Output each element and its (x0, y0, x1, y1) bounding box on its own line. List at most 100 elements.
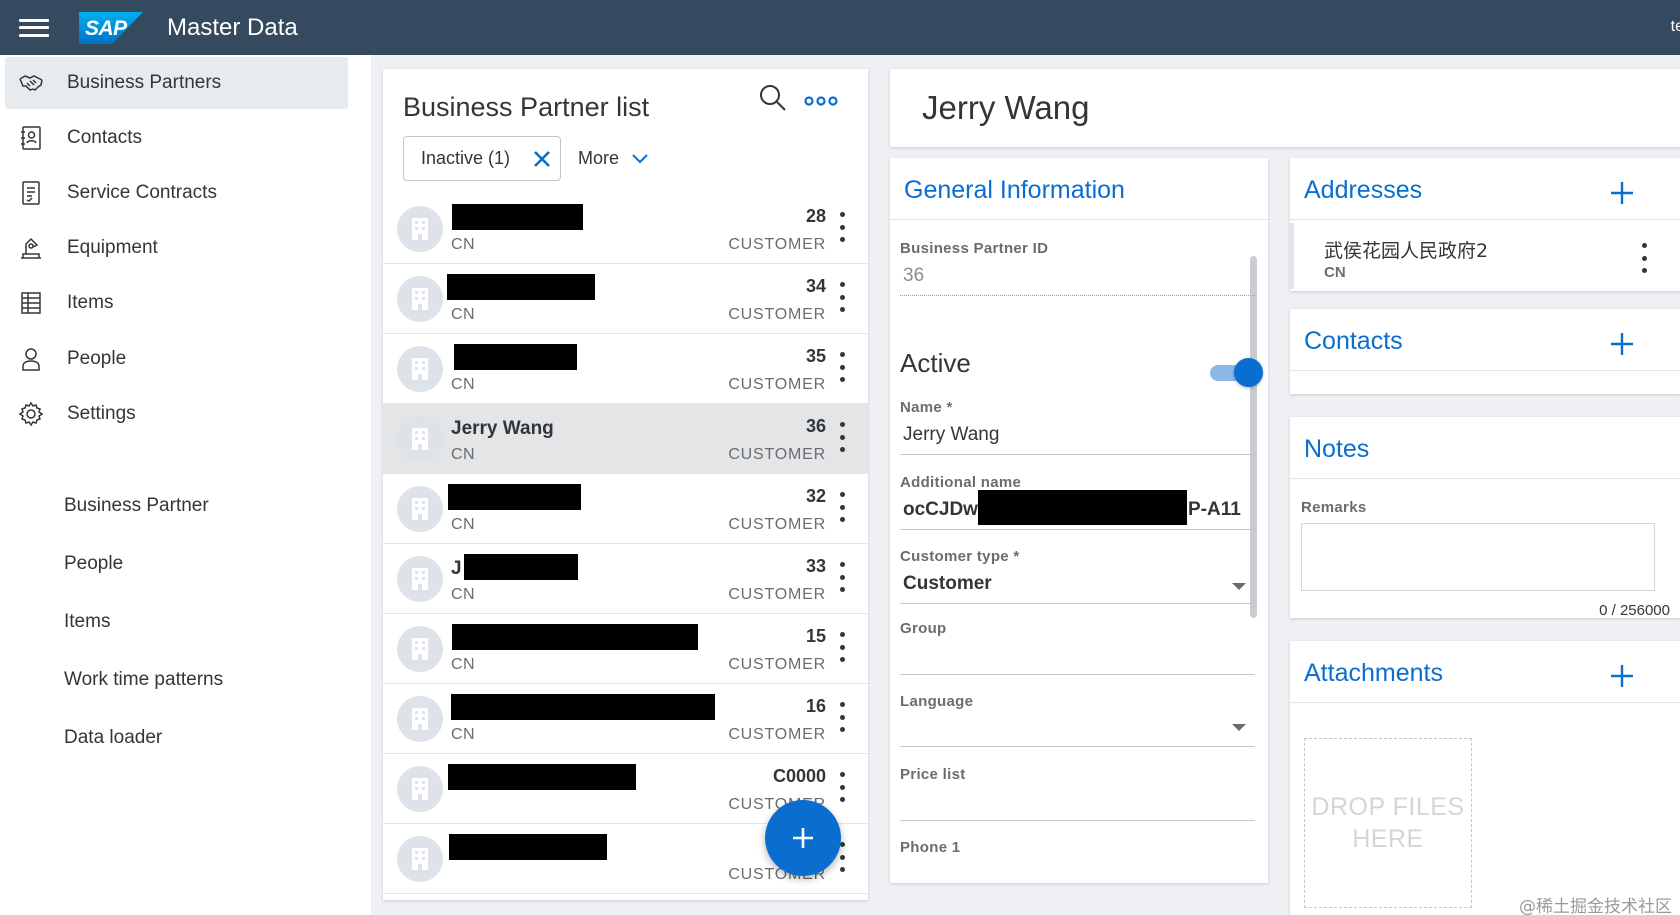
handshake-icon (17, 69, 45, 97)
settings-sub-people[interactable]: People (64, 553, 123, 575)
add-business-partner-button[interactable] (765, 800, 841, 876)
file-drop-zone[interactable]: DROP FILES HERE (1304, 738, 1472, 908)
bp-type: CUSTOMER (728, 236, 826, 253)
detail-header: Jerry Wang (890, 69, 1680, 147)
inactive-filter-chip[interactable]: Inactive (1) (403, 136, 561, 181)
add-contact-icon[interactable] (1608, 330, 1636, 358)
active-toggle[interactable] (1210, 358, 1263, 388)
sidebar-item-settings[interactable]: Settings (5, 388, 348, 440)
table-row[interactable]: CN 16 CUSTOMER (383, 684, 868, 754)
equipment-icon (17, 234, 45, 262)
divider (890, 219, 1268, 220)
sidebar-item-service-contracts[interactable]: Service Contracts (5, 167, 348, 219)
sidebar-item-business-partners[interactable]: Business Partners (5, 57, 348, 109)
language-label: Language (900, 693, 974, 710)
more-vertical-icon[interactable] (838, 492, 846, 522)
bp-name: J (451, 558, 462, 579)
sidebar-item-label: Business Partners (67, 72, 222, 93)
divider (1290, 370, 1680, 371)
table-row[interactable]: Jerry Wang CN 36 CUSTOMER (383, 404, 868, 474)
detail-title: Jerry Wang (922, 89, 1090, 126)
sidebar-item-label: Settings (67, 403, 136, 424)
table-row[interactable]: CN 28 CUSTOMER (383, 194, 868, 264)
sidebar-item-people[interactable]: People (5, 333, 348, 385)
redacted-block (454, 344, 577, 370)
bp-type: CUSTOMER (728, 516, 826, 533)
divider (1290, 702, 1680, 703)
add-attachment-icon[interactable] (1608, 662, 1636, 690)
menu-icon[interactable] (19, 16, 49, 40)
building-icon (397, 346, 443, 392)
gear-icon (17, 400, 45, 428)
product-list-icon (17, 289, 45, 317)
bp-type: CUSTOMER (728, 656, 826, 673)
bp-id-underline (900, 295, 1255, 296)
drop-text-line1: DROP FILES (1311, 793, 1465, 821)
table-row[interactable]: J CN 33 CUSTOMER (383, 544, 868, 614)
table-row[interactable]: CN 32 CUSTOMER (383, 474, 868, 544)
redacted-block (449, 834, 607, 860)
address-book-icon (17, 124, 45, 152)
bp-number: 32 (805, 486, 826, 506)
more-filters-button[interactable]: More (578, 148, 649, 169)
scrollbar[interactable] (1250, 256, 1257, 618)
sidebar-item-label: Service Contracts (67, 182, 217, 203)
overflow-menu-button[interactable] (803, 91, 839, 111)
bp-type: CUSTOMER (728, 376, 826, 393)
notes-title: Notes (1304, 435, 1370, 463)
building-icon (397, 276, 443, 322)
language-select[interactable] (900, 746, 1255, 747)
more-vertical-icon[interactable] (838, 282, 846, 312)
redacted-block (448, 484, 581, 510)
bp-number: C0000 (772, 766, 826, 786)
drop-text-line2: HERE (1352, 825, 1424, 853)
name-field[interactable]: Jerry Wang (903, 424, 999, 446)
sidebar-item-items[interactable]: Items (5, 277, 348, 329)
dropdown-caret-icon[interactable] (1232, 724, 1246, 731)
remarks-textarea[interactable] (1301, 523, 1655, 591)
more-vertical-icon[interactable] (838, 422, 846, 452)
bp-type: CUSTOMER (728, 726, 826, 743)
bp-id-label: Business Partner ID (900, 240, 1049, 257)
more-vertical-icon[interactable] (838, 632, 846, 662)
table-row[interactable]: CN 35 CUSTOMER (383, 334, 868, 404)
group-field[interactable] (900, 674, 1255, 675)
table-row[interactable]: CN 34 CUSTOMER (383, 264, 868, 334)
phone1-label: Phone 1 (900, 839, 961, 856)
address-list-item[interactable]: 武侯花园人民政府2 CN (1290, 223, 1666, 289)
settings-sub-work-time-patterns[interactable]: Work time patterns (64, 669, 223, 691)
customer-type-select[interactable]: Customer (903, 573, 992, 595)
user-menu[interactable]: te (1671, 18, 1680, 36)
more-vertical-icon[interactable] (1640, 243, 1648, 273)
dropdown-caret-icon[interactable] (1232, 583, 1246, 590)
redacted-block (452, 624, 698, 650)
sidebar-item-equipment[interactable]: Equipment (5, 222, 348, 274)
price-list-field[interactable] (900, 820, 1255, 821)
sidebar-item-contacts[interactable]: Contacts (5, 112, 348, 164)
building-icon (397, 206, 443, 252)
settings-sub-items[interactable]: Items (64, 611, 110, 633)
address-line: 武侯花园人民政府2 (1324, 240, 1489, 262)
close-icon[interactable] (530, 147, 554, 171)
more-vertical-icon[interactable] (838, 212, 846, 242)
building-icon (397, 416, 443, 462)
bp-number: 16 (805, 696, 826, 716)
more-vertical-icon[interactable] (838, 772, 846, 802)
addresses-card: Addresses 武侯花园人民政府2 CN (1290, 158, 1680, 291)
more-vertical-icon[interactable] (838, 702, 846, 732)
table-row[interactable]: CN 15 CUSTOMER (383, 614, 868, 684)
settings-sub-data-loader[interactable]: Data loader (64, 727, 162, 749)
more-vertical-icon[interactable] (838, 352, 846, 382)
add-address-icon[interactable] (1608, 179, 1636, 207)
search-button[interactable] (755, 81, 791, 117)
bp-type: CUSTOMER (728, 306, 826, 323)
active-label: Active (900, 348, 971, 378)
bp-country: CN (451, 306, 476, 323)
more-vertical-icon[interactable] (838, 562, 846, 592)
settings-sub-business-partner[interactable]: Business Partner (64, 495, 209, 517)
building-icon (397, 766, 443, 812)
additional-name-prefix[interactable]: ocCJDw (903, 499, 978, 521)
general-information-title: General Information (904, 176, 1125, 204)
filter-chip-label: Inactive (1) (421, 148, 511, 168)
bp-country: CN (451, 656, 476, 673)
